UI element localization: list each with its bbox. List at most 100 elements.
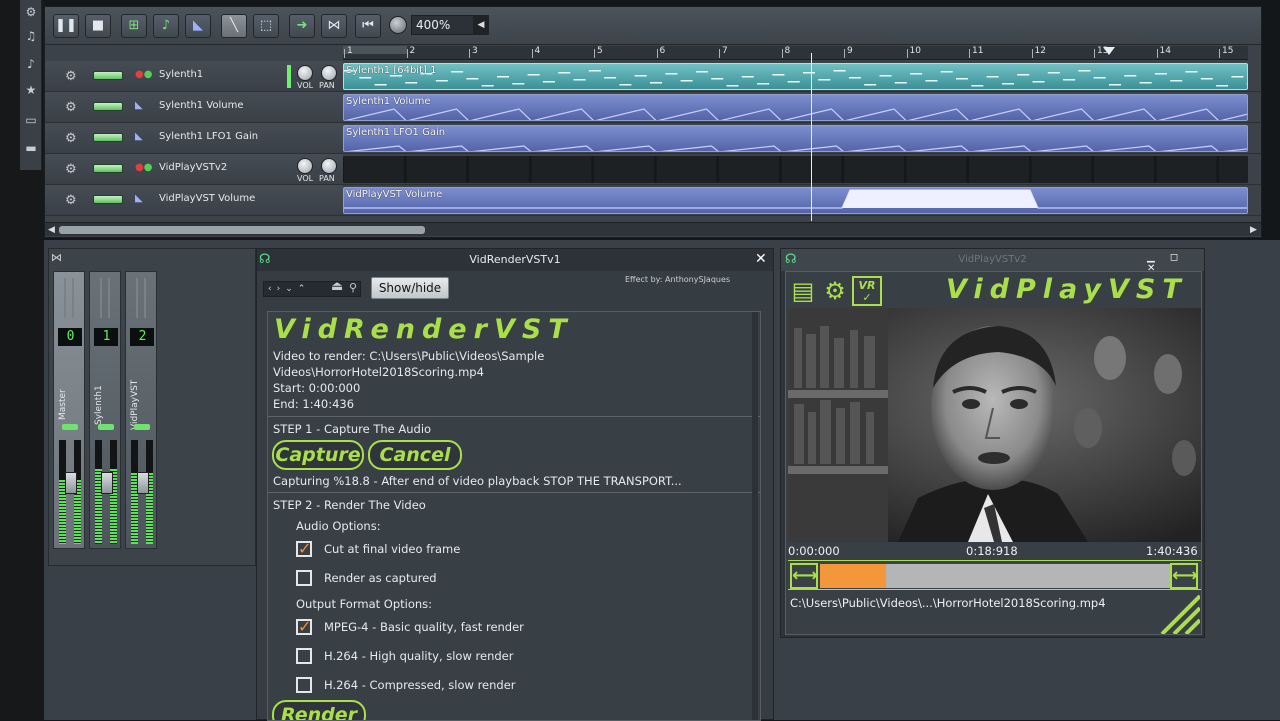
volume-fader[interactable] <box>65 472 77 494</box>
scroll-left-icon[interactable]: ◀ <box>48 225 55 235</box>
add-beat-button[interactable]: ⊞ <box>121 14 147 38</box>
pan-knob[interactable] <box>321 65 337 81</box>
star-icon[interactable]: ★ <box>23 82 39 98</box>
channel-led[interactable] <box>134 424 150 430</box>
arrow-left-right-icon[interactable]: ⟷ <box>790 563 818 589</box>
add-automation-icon: ◣ <box>193 18 203 33</box>
ruler-bar-label: 2 <box>406 46 416 58</box>
zoom-icon[interactable] <box>389 16 407 34</box>
effect-by-label: Effect by: AnthonySJaques <box>625 275 731 284</box>
mute-toggle[interactable] <box>93 133 123 142</box>
gear-icon[interactable]: ⚙ <box>65 131 77 146</box>
track-row[interactable]: ⚙ ●● Sylenth1 VOL PAN Sylenth1 [64bit] 1 <box>45 61 1261 92</box>
start-time: Start: 0:00:000 <box>273 381 361 395</box>
time-start: 0:00:000 <box>788 544 840 558</box>
volume-knob[interactable] <box>297 65 313 81</box>
pattern-block[interactable] <box>343 156 1248 183</box>
gear-icon[interactable]: ⚙ <box>820 276 850 306</box>
divider <box>268 492 760 493</box>
horizontal-scrollbar[interactable]: ◀ ▶ <box>45 222 1261 236</box>
mute-toggle[interactable] <box>93 164 123 173</box>
draw-mode-button[interactable]: ╲ <box>221 14 247 38</box>
capture-button[interactable]: Capture <box>272 440 364 470</box>
h264-compressed-checkbox[interactable] <box>296 677 312 693</box>
vertical-scrollbar[interactable] <box>752 312 758 720</box>
cut-final-frame-label: Cut at final video frame <box>324 542 461 556</box>
plug-icon[interactable]: ⚲ <box>349 281 357 294</box>
rewind-button[interactable]: ⏮ <box>355 14 381 38</box>
vr-check-icon[interactable]: VR ✓ <box>852 276 882 306</box>
vidrender-titlebar[interactable]: ☊ VidRenderVSTv1 ✕ <box>257 249 773 271</box>
pattern-block[interactable]: VidPlayVST Volume <box>343 187 1248 214</box>
folder-icon[interactable]: ▭ <box>23 112 39 128</box>
show-hide-button[interactable]: Show/hide <box>371 277 449 299</box>
render-button[interactable]: Render <box>272 700 366 720</box>
track-header[interactable]: ⚙ ◣ VidPlayVST Volume <box>45 185 343 215</box>
sample-icon[interactable]: ♫ <box>23 28 39 44</box>
chevron-left-icon[interactable]: ◀ <box>473 15 489 35</box>
render-captured-checkbox[interactable] <box>296 570 312 586</box>
scrollbar-thumb[interactable] <box>59 226 425 234</box>
cut-final-frame-checkbox[interactable] <box>296 539 312 558</box>
mpeg4-checkbox[interactable] <box>296 617 312 636</box>
mixer-channel[interactable]: 2 VidPlayVST <box>125 271 157 549</box>
arrow-left-right-icon[interactable]: ⟷ <box>1170 563 1198 589</box>
playhead-icon[interactable] <box>1103 47 1115 55</box>
resize-grip-icon[interactable] <box>1156 594 1200 634</box>
preset-nav[interactable]: ‹›⌄⌃ <box>263 281 361 297</box>
scroll-right-icon[interactable]: ▶ <box>1250 225 1257 235</box>
gear-icon[interactable]: ⚙ <box>65 100 77 115</box>
mute-toggle[interactable] <box>93 71 123 80</box>
move-button[interactable]: ➜ <box>289 14 315 38</box>
gear-icon[interactable]: ⚙ <box>65 69 77 84</box>
mute-toggle[interactable] <box>93 195 123 204</box>
skip-button[interactable]: ⋈ <box>321 14 347 38</box>
pan-knob[interactable] <box>321 158 337 174</box>
pattern-block[interactable]: Sylenth1 Volume <box>343 94 1248 121</box>
select-mode-button[interactable]: ⬚ <box>253 14 279 38</box>
channel-led[interactable] <box>62 424 78 430</box>
video-path: C:\Users\Public\Videos\...\HorrorHotel20… <box>790 596 1106 610</box>
mixer-channel[interactable]: 1 Sylenth1 <box>89 271 121 549</box>
note-icon[interactable]: ♪ <box>23 56 39 72</box>
empty-pattern-grid <box>344 156 1248 183</box>
volume-fader[interactable] <box>101 472 113 494</box>
volume-fader[interactable] <box>137 472 149 494</box>
track-header[interactable]: ⚙ ◣ Sylenth1 LFO1 Gain <box>45 123 343 153</box>
add-sample-button[interactable]: ♪ <box>153 14 179 38</box>
computer-icon[interactable]: ▬ <box>23 140 39 156</box>
mute-toggle[interactable] <box>93 102 123 111</box>
document-icon[interactable]: ▤ <box>788 276 818 306</box>
vidplay-titlebar[interactable]: ☊ VidPlayVSTv2 ▁ ◻ ✕ <box>781 249 1204 274</box>
cancel-button[interactable]: Cancel <box>368 440 462 470</box>
close-icon[interactable]: ✕ <box>755 251 767 267</box>
pause-button[interactable]: ❚❚ <box>53 14 79 38</box>
gear-icon[interactable]: ⚙ <box>65 193 77 208</box>
track-header[interactable]: ⚙ ●● VidPlayVSTv2 VOL PAN <box>45 154 343 184</box>
playback-slider[interactable]: ⟷ ⟷ <box>788 560 1201 590</box>
mixer-channel[interactable]: 0 Master <box>53 271 85 549</box>
add-beat-icon: ⊞ <box>128 18 140 33</box>
pattern-block[interactable]: Sylenth1 [64bit] 1 <box>343 63 1248 90</box>
pattern-block[interactable]: Sylenth1 LFO1 Gain <box>343 125 1248 152</box>
track-header[interactable]: ⚙ ●● Sylenth1 VOL PAN <box>45 61 343 91</box>
track-header[interactable]: ⚙ ◣ Sylenth1 Volume <box>45 92 343 122</box>
track-name: Sylenth1 LFO1 Gain <box>159 131 259 142</box>
audio-options-label: Audio Options: <box>296 519 381 533</box>
channel-led[interactable] <box>98 424 114 430</box>
save-preset-icon[interactable]: ⏏ <box>331 279 343 294</box>
track-row[interactable]: ⚙ ◣ Sylenth1 Volume Sylenth1 Volume <box>45 92 1261 123</box>
video-frame[interactable] <box>788 308 1201 542</box>
track-row[interactable]: ⚙ ●● VidPlayVSTv2 VOL PAN <box>45 154 1261 185</box>
track-row[interactable]: ⚙ ◣ VidPlayVST Volume VidPlayVST Volume <box>45 185 1261 216</box>
h264-hq-checkbox[interactable] <box>296 648 312 664</box>
ruler-bar-label: 10 <box>906 46 921 58</box>
track-row[interactable]: ⚙ ◣ Sylenth1 LFO1 Gain Sylenth1 LFO1 Gain <box>45 123 1261 154</box>
ruler-bar-label: 8 <box>781 46 791 58</box>
timeline-ruler[interactable]: 1 2 3 4 5 6 7 8 9 10 11 12 13 14 15 <box>343 46 1248 60</box>
gear-icon[interactable]: ⚙ <box>65 162 77 177</box>
volume-knob[interactable] <box>297 158 313 174</box>
stop-button[interactable]: ■ <box>85 14 111 38</box>
add-automation-button[interactable]: ◣ <box>185 14 211 38</box>
instrument-icon[interactable]: ⚙ <box>23 4 39 20</box>
